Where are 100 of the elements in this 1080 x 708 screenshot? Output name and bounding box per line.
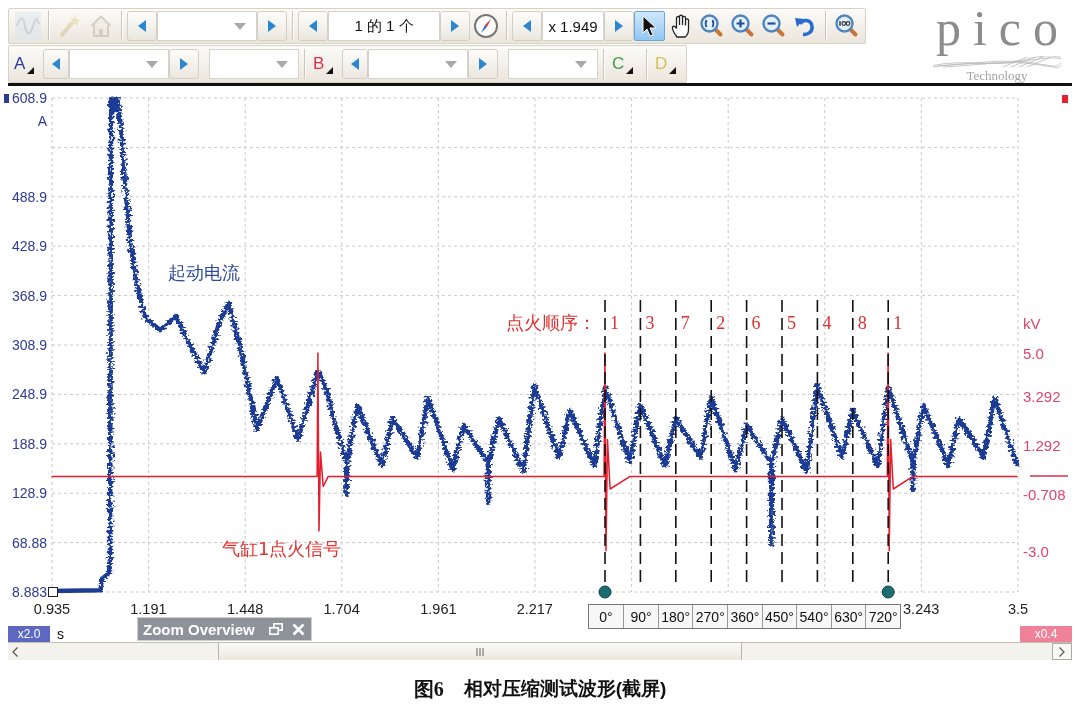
ruler-handle-icon[interactable]: [881, 585, 895, 599]
left-triangle-icon: [138, 20, 146, 32]
figure-number: 图6: [413, 676, 444, 702]
dropdown-field[interactable]: [157, 11, 257, 41]
caret-icon: [445, 60, 457, 68]
axis-tick-label: 1.961: [420, 600, 457, 618]
caret-icon: [575, 60, 587, 68]
channel-button[interactable]: A: [11, 48, 43, 80]
magnifier-icon: [834, 14, 859, 38]
axis-tick-label: 5.0: [1023, 344, 1044, 362]
buffer-field[interactable]: 1 的 1 个: [328, 11, 440, 41]
ruler-handle-icon[interactable]: [598, 585, 612, 599]
select-tool-button[interactable]: [634, 11, 665, 41]
cylinder-number: 2: [716, 312, 726, 334]
axis-tick-label: 248.9: [11, 385, 47, 403]
cylinder-number: 6: [751, 312, 761, 334]
axis-tick-label: 428.9: [11, 237, 47, 255]
previous-button[interactable]: [127, 11, 157, 41]
cylinder-number: 7: [680, 312, 690, 334]
right-triangle-icon: [479, 58, 487, 70]
right-triangle-icon: [180, 58, 188, 70]
axis-tick-label: 608.9: [11, 89, 47, 107]
annotation-text: 气缸1点火信号: [222, 538, 342, 560]
compass-icon: [473, 14, 498, 38]
axis-tick-label: 68.88: [11, 534, 47, 552]
firing-order-label: 点火顺序：: [506, 312, 596, 334]
axis-tick-label: 3.292: [1023, 387, 1061, 405]
logo-tagline: Technology: [966, 68, 1028, 83]
caret-icon: [276, 60, 288, 68]
zoom-in-icon: [730, 14, 755, 38]
offset-marker-icon[interactable]: [48, 587, 58, 597]
dropdown-field[interactable]: [508, 49, 598, 79]
previous-button[interactable]: [342, 49, 368, 79]
axis-unit-label: A: [36, 112, 47, 130]
left-triangle-icon: [351, 58, 359, 70]
next-button[interactable]: [468, 49, 498, 79]
scrollbar-thumb[interactable]: [218, 643, 742, 660]
axis-tick-label: 128.9: [11, 484, 47, 502]
axis-tick-label: 368.9: [11, 287, 47, 305]
right-triangle-icon: [615, 20, 623, 32]
axis-tick-label: 3.5: [1007, 600, 1029, 618]
restore-icon[interactable]: [269, 623, 283, 635]
axis-unit-label: s: [57, 626, 64, 642]
angle-label: 540°: [796, 605, 831, 628]
axis-tick-label: 0.935: [33, 600, 71, 618]
cylinder-number: 8: [857, 312, 867, 334]
grip-icon: [476, 647, 484, 656]
axis-tick-label: 1.292: [1023, 436, 1061, 454]
right-triangle-icon: [451, 20, 459, 32]
right-triangle-icon: [268, 20, 276, 32]
hand-icon: [670, 14, 691, 38]
axis-tick-label: 2.217: [516, 600, 553, 618]
chevron-left-icon: [12, 646, 18, 657]
cylinder-number: 1: [893, 312, 903, 334]
panel-title: Zoom Overview: [143, 620, 255, 638]
axis-tick-label: -3.0: [1023, 542, 1049, 560]
angle-label: 270°: [692, 605, 728, 628]
axis-tick-label: 308.9: [11, 336, 47, 354]
dropdown-field[interactable]: [69, 49, 169, 79]
axis-unit-label: kV: [1023, 314, 1041, 332]
angle-label: 630°: [830, 605, 866, 628]
dropdown-field[interactable]: [368, 49, 468, 79]
axis-tick-label: 3.243: [903, 600, 940, 618]
axis-scale-button[interactable]: x2.0: [8, 626, 50, 642]
waveform-icon: [14, 12, 41, 40]
corner-triangle-icon: [326, 67, 334, 74]
chevron-right-icon: [1059, 646, 1065, 657]
channel-button[interactable]: B: [310, 48, 342, 80]
axis-tick-label: 1.191: [130, 600, 167, 618]
scroll-right-button[interactable]: [1052, 643, 1072, 660]
dropdown-field[interactable]: [209, 49, 299, 79]
channel-marker-icon: [4, 94, 9, 103]
angle-label: 90°: [623, 605, 658, 628]
axis-scale-button[interactable]: x0.4: [1020, 626, 1072, 642]
next-button[interactable]: [169, 49, 199, 79]
close-icon[interactable]: [292, 622, 305, 636]
angle-label: 720°: [865, 605, 901, 628]
channel-button[interactable]: C: [609, 48, 641, 80]
zoom-factor-field[interactable]: x 1.949: [542, 11, 604, 41]
left-triangle-icon: [309, 20, 317, 32]
zero-level-marker-icon: [1029, 475, 1069, 477]
left-triangle-icon: [523, 20, 531, 32]
axis-tick-label: 488.9: [11, 188, 47, 206]
angle-label: 180°: [657, 605, 693, 628]
next-button[interactable]: [604, 11, 634, 41]
corner-triangle-icon: [669, 67, 677, 74]
angle-label: 0°: [598, 607, 614, 627]
cylinder-number: 5: [787, 312, 796, 334]
previous-button[interactable]: [512, 11, 542, 41]
previous-button[interactable]: [298, 11, 328, 41]
house-icon: [89, 15, 112, 37]
next-button[interactable]: [440, 11, 470, 41]
axis-tick-label: 1.704: [323, 600, 360, 618]
next-button[interactable]: [257, 11, 287, 41]
cylinder-number: 3: [645, 312, 655, 334]
previous-button[interactable]: [43, 49, 69, 79]
channel-marker-icon: [1062, 95, 1068, 103]
left-triangle-icon: [52, 58, 60, 70]
axis-tick-label: -0.708: [1023, 485, 1066, 503]
corner-triangle-icon: [27, 67, 35, 74]
